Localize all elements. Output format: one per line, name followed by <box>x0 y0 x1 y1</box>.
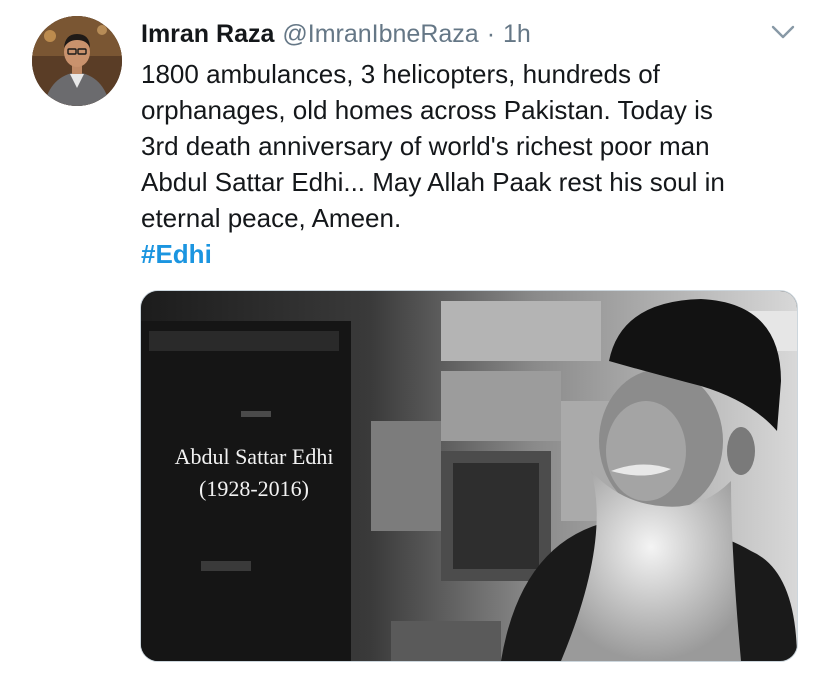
tweet-text-line: Abdul Sattar Edhi... May Allah Paak rest… <box>141 167 725 197</box>
tweet-text-line: 1800 ambulances, 3 helicopters, hundreds… <box>141 59 660 89</box>
tweet-timestamp[interactable]: 1h <box>503 20 531 49</box>
author-name[interactable]: Imran Raza <box>141 20 274 49</box>
tweet-media-image[interactable]: Abdul Sattar Edhi (1928-2016) <box>140 290 798 662</box>
hashtag-link[interactable]: #Edhi <box>141 236 212 272</box>
tweet-text: 1800 ambulances, 3 helicopters, hundreds… <box>141 56 811 236</box>
author-handle[interactable]: @ImranIbneRaza <box>282 20 478 49</box>
tweet[interactable]: Imran Raza @ImranIbneRaza · 1h 1800 ambu… <box>0 0 828 677</box>
separator-dot: · <box>486 19 496 48</box>
chevron-down-icon[interactable] <box>770 22 796 42</box>
tweet-text-line: orphanages, old homes across Pakistan. T… <box>141 95 713 125</box>
avatar[interactable] <box>32 16 122 106</box>
tweet-text-line: 3rd death anniversary of world's richest… <box>141 131 710 161</box>
tweet-header: Imran Raza @ImranIbneRaza · 1h <box>141 16 531 52</box>
caption-name: Abdul Sattar Edhi <box>174 444 334 469</box>
tweet-text-line: eternal peace, Ameen. <box>141 203 402 233</box>
caption-years: (1928-2016) <box>199 476 309 501</box>
media-caption: Abdul Sattar Edhi (1928-2016) <box>159 441 349 505</box>
